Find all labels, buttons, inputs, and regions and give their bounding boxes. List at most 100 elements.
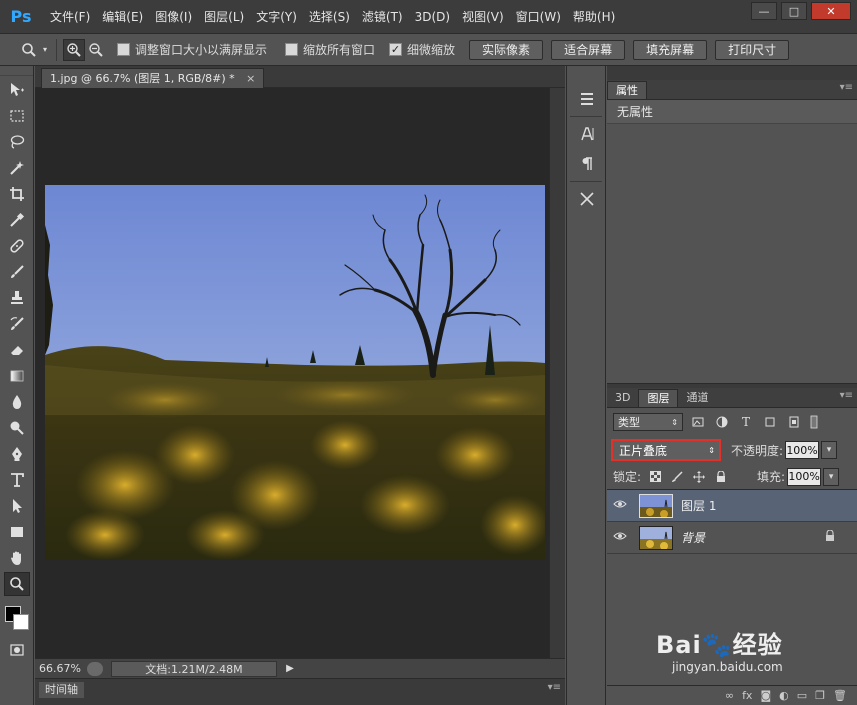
scrubby-zoom-checkbox[interactable]: ✓ [389,43,403,56]
clone-stamp-tool-icon[interactable] [4,286,30,310]
document-tab[interactable]: 1.jpg @ 66.7% (图层 1, RGB/8#) * × [41,68,265,88]
timeline-tab[interactable]: 时间轴 [39,682,84,698]
vertical-scrollbar[interactable] [549,88,565,660]
quick-mask-icon[interactable] [4,638,30,662]
menu-layer[interactable]: 图层(L) [198,0,250,34]
lock-all-icon[interactable] [713,469,729,485]
menu-view[interactable]: 视图(V) [456,0,510,34]
properties-menu-icon[interactable]: ▾≡ [840,82,853,93]
resize-windows-checkbox[interactable] [117,43,130,56]
scrubby-zoom-option[interactable]: ✓ 细微缩放 [389,41,455,58]
magic-wand-tool-icon[interactable] [4,156,30,180]
delete-layer-icon[interactable]: 🗑 [833,689,847,702]
healing-brush-tool-icon[interactable] [4,234,30,258]
toolbar-grip[interactable] [0,66,33,76]
path-selection-tool-icon[interactable] [4,494,30,518]
paragraph-panel-icon[interactable] [572,151,602,177]
tab-layers[interactable]: 图层 [638,389,679,407]
eyedropper-tool-icon[interactable] [4,208,30,232]
zoom-out-icon[interactable] [85,39,107,61]
actual-pixels-button[interactable]: 实际像素 [469,39,544,60]
maximize-button[interactable]: □ [781,2,807,20]
layers-menu-icon[interactable]: ▾≡ [840,390,853,401]
menu-image[interactable]: 图像(I) [149,0,198,34]
gradient-tool-icon[interactable] [4,364,30,388]
tool-presets-icon[interactable] [572,186,602,212]
opacity-dropdown[interactable]: ▾ [821,441,838,459]
tab-3d[interactable]: 3D [607,389,638,407]
pen-tool-icon[interactable] [4,442,30,466]
crop-tool-icon[interactable] [4,182,30,206]
fill-input[interactable]: 100% [787,467,822,486]
layer-filter-select[interactable]: 类型 ⇕ [613,413,683,431]
fill-dropdown[interactable]: ▾ [823,467,840,486]
layer-row-background[interactable]: 背景 [607,522,857,554]
tab-close-icon[interactable]: × [246,72,255,85]
minimize-button[interactable]: — [751,2,777,20]
blur-tool-icon[interactable] [4,390,30,414]
tab-properties[interactable]: 属性 [607,81,647,99]
link-layers-icon[interactable]: ∞ [725,689,734,702]
zoom-tool-preset-icon[interactable] [18,39,40,61]
new-group-icon[interactable]: ▭ [797,689,807,702]
lasso-tool-icon[interactable] [4,130,30,154]
move-tool-icon[interactable] [4,78,30,102]
lock-image-pixels-icon[interactable] [669,469,685,485]
filter-pixel-icon[interactable] [689,413,707,431]
chevron-down-icon[interactable]: ▾ [40,39,50,61]
menu-type[interactable]: 文字(Y) [250,0,303,34]
zoom-tool-icon[interactable] [4,572,30,596]
filter-toggle-icon[interactable] [809,413,819,431]
menu-help[interactable]: 帮助(H) [567,0,621,34]
zoom-in-icon[interactable] [63,38,85,61]
menu-edit[interactable]: 编辑(E) [96,0,149,34]
lock-transparent-pixels-icon[interactable] [647,469,663,485]
fit-screen-button[interactable]: 适合屏幕 [551,39,626,60]
layer-style-icon[interactable]: fx [742,689,752,702]
menu-file[interactable]: 文件(F) [44,0,96,34]
layer-row-layer1[interactable]: 图层 1 [607,490,857,522]
new-layer-icon[interactable]: ❐ [815,689,825,702]
background-color-swatch[interactable] [13,614,29,630]
menu-select[interactable]: 选择(S) [303,0,356,34]
image-canvas[interactable] [45,185,545,560]
zoom-all-windows-option[interactable]: 缩放所有窗口 [285,41,375,58]
blend-mode-select[interactable]: 正片叠底 ⇕ [611,439,721,461]
character-panel-icon[interactable] [572,121,602,147]
filter-smart-object-icon[interactable] [785,413,803,431]
opacity-input[interactable]: 100% [785,441,820,459]
filter-adjustment-icon[interactable] [713,413,731,431]
eye-icon[interactable] [607,531,633,544]
hand-tool-icon[interactable] [4,546,30,570]
menu-filter[interactable]: 滤镜(T) [356,0,409,34]
landscape-image [45,185,545,560]
lock-position-icon[interactable] [691,469,707,485]
fill-screen-button[interactable]: 填充屏幕 [633,39,708,60]
color-swatches[interactable] [2,600,32,634]
type-tool-icon[interactable] [4,468,30,492]
zoom-level[interactable]: 66.67% [35,662,87,675]
history-brush-tool-icon[interactable] [4,312,30,336]
eye-icon[interactable] [607,499,633,512]
status-settings-icon[interactable] [87,661,103,676]
rectangle-tool-icon[interactable] [4,520,30,544]
dodge-tool-icon[interactable] [4,416,30,440]
resize-windows-option[interactable]: 调整窗口大小以满屏显示 [117,41,267,58]
filter-shape-icon[interactable] [761,413,779,431]
properties-panel-header[interactable] [607,66,857,80]
status-menu-arrow[interactable]: ▶ [283,663,297,674]
menu-3d[interactable]: 3D(D) [409,0,456,34]
marquee-tool-icon[interactable] [4,104,30,128]
zoom-all-windows-checkbox[interactable] [285,43,299,56]
close-button[interactable]: ✕ [811,2,851,20]
history-panel-icon[interactable] [572,86,602,112]
brush-tool-icon[interactable] [4,260,30,284]
timeline-menu-icon[interactable]: ▾≡ [548,682,561,693]
eraser-tool-icon[interactable] [4,338,30,362]
tab-channels[interactable]: 通道 [678,389,716,407]
print-size-button[interactable]: 打印尺寸 [715,39,790,60]
filter-type-icon[interactable]: T [737,413,755,431]
menu-window[interactable]: 窗口(W) [510,0,567,34]
new-adjustment-icon[interactable]: ◐ [779,689,789,702]
add-mask-icon[interactable]: ◙ [760,689,771,702]
